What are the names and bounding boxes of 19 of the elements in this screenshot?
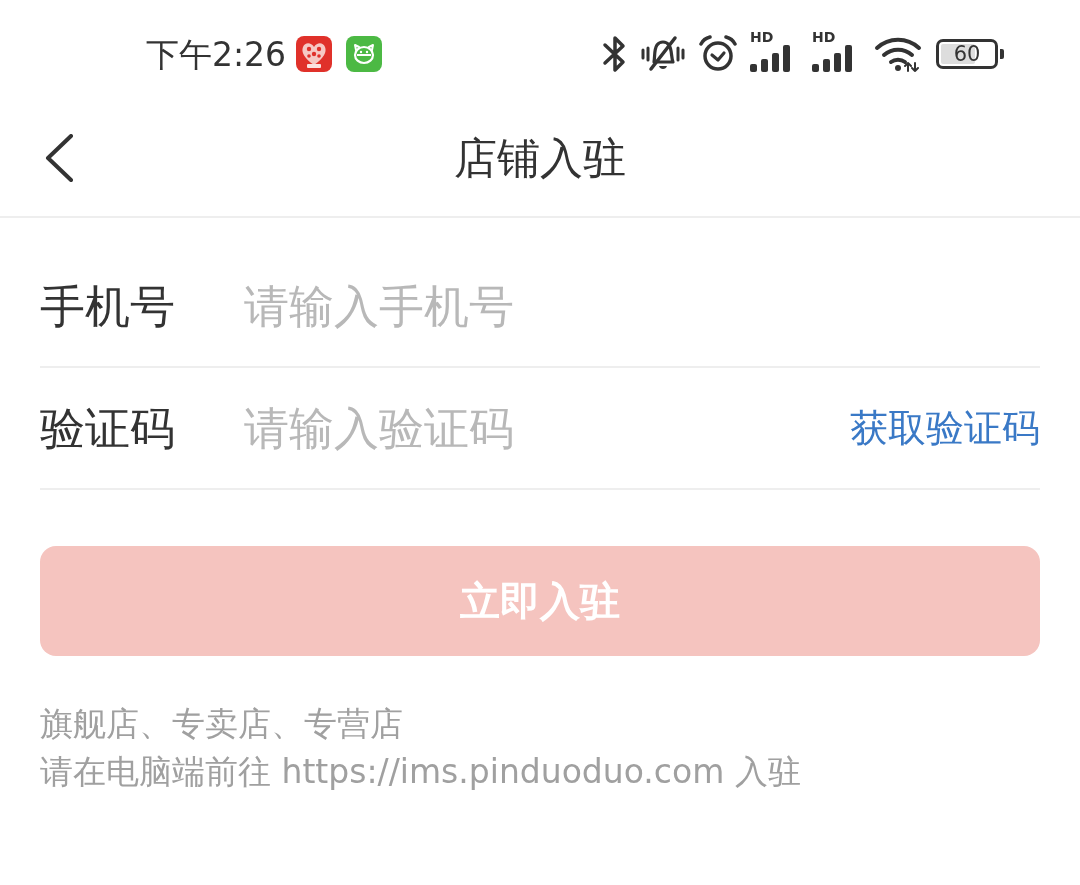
field-label: 验证码 [40,405,176,451]
network-type-text: HD [812,30,836,44]
field-label: 手机号 [40,283,176,329]
heart-pattern-app-icon [296,36,333,72]
wifi-icon [874,36,922,72]
bluetooth-icon [602,35,628,73]
back-chevron-icon [44,134,74,182]
text-input-field[interactable]: 请输入验证码 [244,393,850,463]
face-app-icon [346,36,383,72]
page-title: 店铺入驻 [454,136,626,180]
alarm-clock-icon [698,35,738,73]
get-code-link[interactable]: 获取验证码 [850,409,1040,447]
text-input-field[interactable]: 请输入手机号 [244,271,1040,341]
network-type-text: HD [750,30,774,44]
battery-level-text: 60 [953,43,981,65]
info-note-text: 请在电脑端前往 https://ims.pinduoduo.com 入驻 [40,751,802,793]
info-note-text: 旗舰店、专卖店、专营店 [40,703,404,745]
muted-bell-icon [640,35,686,73]
status-time: 下午2:26 [146,37,287,71]
